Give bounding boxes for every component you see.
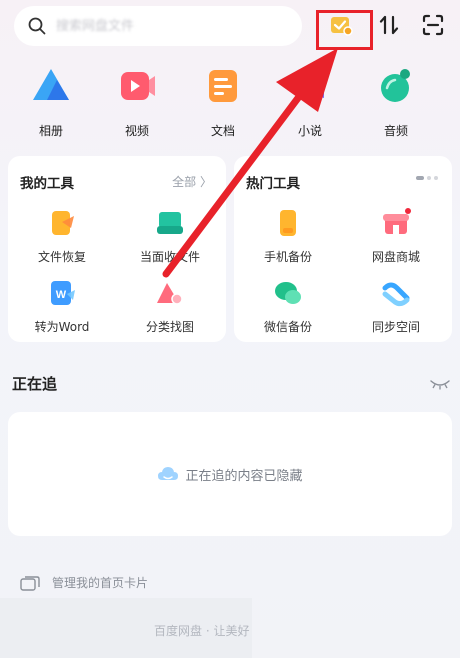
- following-section-title: 正在追: [12, 375, 58, 393]
- tool-convert-word-label: 转为Word: [34, 320, 90, 334]
- sync-space-icon: [382, 282, 410, 307]
- svg-text:W: W: [56, 289, 67, 301]
- manage-home-cards-label: 管理我的首页卡片: [52, 576, 149, 590]
- footer-slogan: 百度网盘 · 让美好: [154, 624, 250, 638]
- media-novel-label: 小说: [297, 124, 322, 138]
- store-icon: [383, 208, 411, 234]
- album-icon: [33, 69, 69, 100]
- my-tools-card: 我的工具 全部 〉 文件恢复 当面收文件 W 转为Word 分类找图: [8, 156, 226, 342]
- page-indicator: [416, 176, 438, 180]
- transfer-arrows-icon: [379, 15, 399, 35]
- my-tools-title: 我的工具: [20, 176, 74, 192]
- tool-file-recovery-label: 文件恢复: [37, 250, 86, 264]
- scan-button[interactable]: [418, 10, 448, 40]
- tool-sync-space[interactable]: 同步空间: [351, 278, 441, 335]
- word-convert-icon: W: [51, 281, 75, 305]
- search-placeholder: 搜索网盘文件: [56, 18, 135, 34]
- tool-file-recovery[interactable]: 文件恢复: [17, 208, 107, 265]
- novel-icon: [296, 72, 324, 99]
- media-document-label: 文档: [210, 124, 235, 138]
- media-video[interactable]: 视频: [97, 66, 177, 139]
- media-album[interactable]: 相册: [11, 66, 91, 139]
- receive-files-icon: [157, 212, 183, 234]
- hot-tools-card: 热门工具 手机备份 网盘商城 微信备份 同步空间: [234, 156, 452, 342]
- tool-receive-files-label: 当面收文件: [139, 250, 200, 264]
- find-images-icon: [157, 283, 183, 305]
- wechat-backup-icon: [275, 282, 301, 304]
- transfer-button[interactable]: [374, 10, 404, 40]
- phone-backup-icon: [280, 210, 296, 236]
- tool-find-images-label: 分类找图: [145, 320, 194, 334]
- media-novel[interactable]: 小说: [270, 66, 350, 139]
- cloud-icon: [158, 467, 179, 480]
- tool-phone-backup-label: 手机备份: [263, 250, 312, 264]
- cards-icon: [20, 575, 40, 591]
- video-icon: [121, 72, 155, 100]
- search-icon: [28, 17, 46, 35]
- hot-tools-title: 热门工具: [246, 176, 300, 192]
- tool-convert-word[interactable]: W 转为Word: [17, 278, 107, 335]
- hide-eye-icon[interactable]: [430, 378, 450, 390]
- tool-store-label: 网盘商城: [371, 250, 420, 264]
- media-album-label: 相册: [38, 124, 63, 138]
- media-audio-label: 音频: [383, 124, 408, 138]
- media-audio[interactable]: 音频: [356, 66, 436, 139]
- document-icon: [209, 70, 237, 102]
- tool-store[interactable]: 网盘商城: [351, 208, 441, 265]
- following-hidden-card: 正在追的内容已隐藏: [8, 412, 452, 536]
- tool-wechat-backup-label: 微信备份: [263, 320, 312, 334]
- manage-home-cards[interactable]: 管理我的首页卡片: [20, 574, 148, 591]
- following-hidden-text: 正在追的内容已隐藏: [185, 468, 303, 484]
- my-tools-all-link[interactable]: 全部 〉: [172, 173, 212, 190]
- media-document[interactable]: 文档: [183, 66, 263, 139]
- media-video-label: 视频: [124, 124, 149, 138]
- tool-find-images[interactable]: 分类找图: [125, 278, 215, 335]
- tool-sync-space-label: 同步空间: [371, 320, 420, 334]
- audio-icon: [381, 69, 410, 102]
- scan-icon: [422, 14, 444, 36]
- search-bar[interactable]: 搜索网盘文件: [14, 6, 302, 46]
- highlight-box: [316, 10, 373, 50]
- tool-receive-files[interactable]: 当面收文件: [125, 208, 215, 265]
- file-recovery-icon: [52, 211, 74, 235]
- tool-wechat-backup[interactable]: 微信备份: [243, 278, 333, 335]
- tool-phone-backup[interactable]: 手机备份: [243, 208, 333, 265]
- media-category-row: 相册 视频 文档 小说 音频: [0, 66, 460, 139]
